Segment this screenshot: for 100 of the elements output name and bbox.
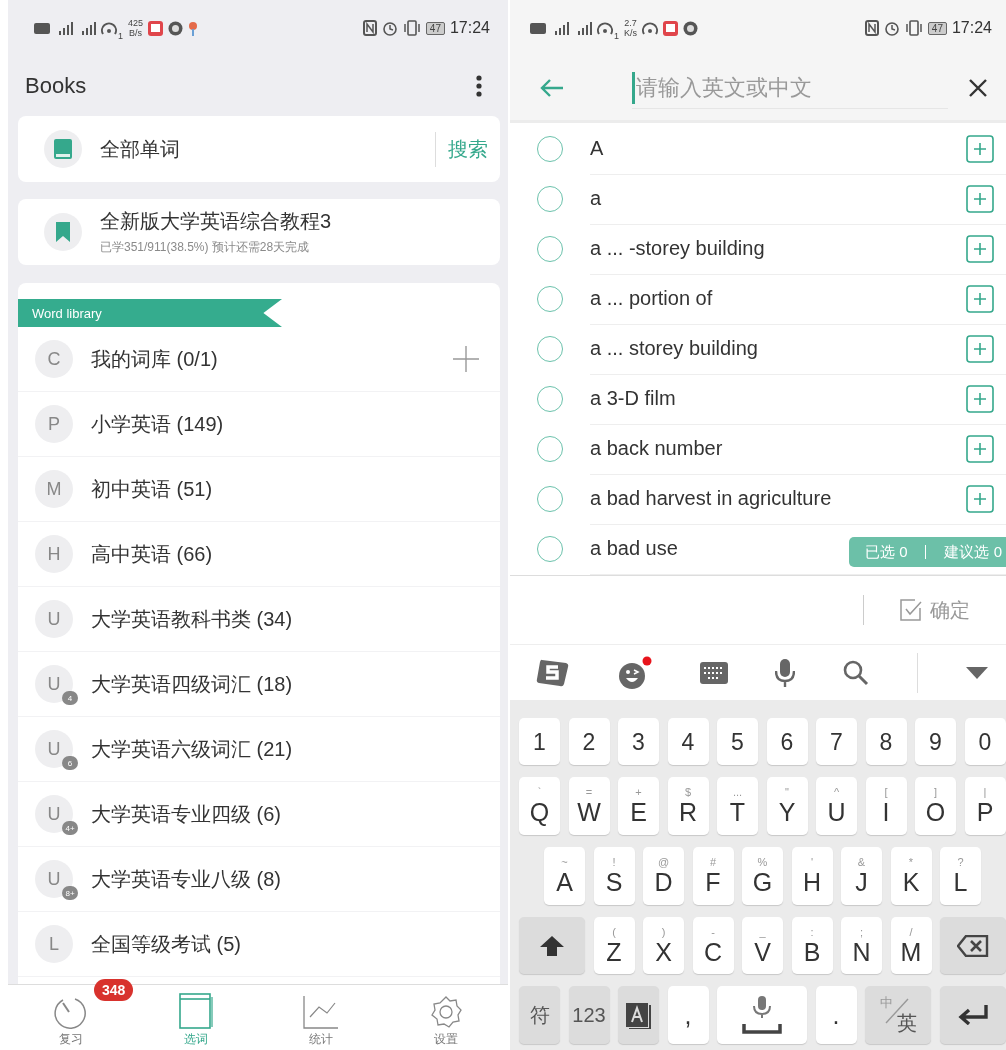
close-icon[interactable] (968, 78, 988, 98)
word-row[interactable]: a ... portion of (510, 274, 1006, 324)
ime-logo-icon[interactable] (536, 657, 570, 688)
shift-key[interactable] (519, 917, 585, 974)
keyboard-key[interactable]: ] O (915, 777, 956, 835)
all-words-label: 全部单词 (100, 136, 181, 162)
keyboard-key[interactable]: * K (890, 847, 932, 905)
keyboard-key[interactable]: " Y (766, 777, 808, 835)
keyboard-key[interactable]: 4 (667, 718, 709, 765)
library-item[interactable]: P 小学英语 (149) (18, 392, 500, 457)
keyboard-key[interactable]: @ D (643, 847, 684, 905)
library-item[interactable]: U 4+ 大学英语专业四级 (6) (18, 782, 500, 847)
word-row[interactable]: A (510, 124, 1006, 174)
space-key[interactable] (717, 986, 807, 1044)
keyboard-key[interactable]: 8 (865, 718, 907, 765)
voice-space-icon (742, 996, 782, 1034)
add-word-icon[interactable] (966, 334, 994, 363)
keyboard-key[interactable]: $ R (667, 777, 709, 835)
hotspot-icon (101, 21, 117, 35)
network-speed-unit: K/s (624, 28, 638, 38)
search-icon[interactable] (843, 659, 870, 686)
library-item[interactable]: L 全国等级考试 (5) (18, 912, 500, 977)
keyboard-key[interactable]: 6 (766, 718, 808, 765)
keyboard-key[interactable]: + E (618, 777, 659, 835)
back-arrow-icon[interactable] (540, 78, 564, 98)
keyboard-key[interactable]: ^ U (816, 777, 857, 835)
keyboard-key[interactable]: 7 (816, 718, 857, 765)
word-row[interactable]: a (510, 174, 1006, 224)
word-row[interactable]: a ... -storey building (510, 224, 1006, 274)
keyboard-key[interactable]: ... T (717, 777, 758, 835)
keyboard-key[interactable]: ? L (940, 847, 981, 905)
keyboard-key[interactable]: , (667, 986, 709, 1044)
keyboard-key[interactable]: | P (964, 777, 1006, 835)
keyboard-key[interactable]: 9 (915, 718, 956, 765)
nav-tab[interactable]: 统计 (298, 985, 343, 1050)
keyboard-key[interactable]: % G (742, 847, 783, 905)
all-words-card[interactable]: 全部单词 搜索 (18, 116, 500, 182)
add-word-icon[interactable] (966, 384, 994, 413)
backspace-key[interactable] (940, 917, 1006, 974)
keyboard-key[interactable]: 3 (618, 718, 659, 765)
hotspot-icon (642, 21, 659, 35)
keyboard-key[interactable]: 1 (519, 718, 560, 765)
keyboard-key[interactable]: . (815, 986, 857, 1044)
keyboard-key[interactable]: & J (841, 847, 882, 905)
more-menu-icon[interactable] (476, 75, 482, 97)
keyboard-key[interactable]: / M (890, 917, 932, 974)
keyboard-key[interactable]: 5 (717, 718, 758, 765)
add-word-icon[interactable] (966, 284, 994, 313)
language-switch-key[interactable]: 中 英 (865, 986, 931, 1044)
layout-key[interactable] (618, 986, 659, 1044)
word-row[interactable]: a back number (510, 424, 1006, 474)
keyboard-key[interactable]: # F (692, 847, 734, 905)
add-word-icon[interactable] (966, 184, 994, 213)
keyboard-key[interactable]: ' H (791, 847, 833, 905)
keyboard-key[interactable]: ; N (841, 917, 882, 974)
add-word-icon[interactable] (966, 434, 994, 463)
add-word-icon[interactable] (966, 134, 994, 163)
microphone-icon[interactable] (775, 658, 796, 687)
level-badge: 4 (62, 691, 78, 705)
keyboard-key[interactable]: _ V (742, 917, 783, 974)
keyboard-key[interactable]: [ I (865, 777, 907, 835)
library-item[interactable]: C 我的词库 (0/1) (18, 327, 500, 392)
shift-arrow-icon (540, 935, 564, 956)
collapse-keyboard-icon[interactable] (965, 666, 988, 679)
emoji-icon[interactable] (617, 655, 652, 690)
keyboard-key[interactable]: = W (568, 777, 610, 835)
enter-key[interactable] (939, 986, 1006, 1044)
library-item[interactable]: U 8+ 大学英语专业八级 (8) (18, 847, 500, 912)
nav-tab[interactable]: 设置 (423, 985, 468, 1050)
library-item[interactable]: U 6 大学英语六级词汇 (21) (18, 717, 500, 782)
keyboard-key[interactable]: 2 (568, 718, 610, 765)
nav-tab[interactable]: 复习 (48, 985, 93, 1050)
library-item[interactable]: M 初中英语 (51) (18, 457, 500, 522)
keyboard-key[interactable]: - C (692, 917, 734, 974)
library-item[interactable]: U 大学英语教科书类 (34) (18, 587, 500, 652)
app-notification-icon (663, 20, 679, 36)
keyboard-key[interactable]: ( Z (593, 917, 635, 974)
add-word-icon[interactable] (966, 234, 994, 263)
keyboard-key[interactable]: ~ A (544, 847, 585, 905)
word-row[interactable]: a ... storey building (510, 324, 1006, 374)
level-badge: 6 (62, 756, 78, 770)
keyboard-key[interactable]: 0 (964, 718, 1006, 765)
keyboard-icon[interactable] (699, 661, 728, 684)
keyboard-key[interactable]: 符 (519, 986, 560, 1044)
keyboard-key[interactable]: 123 (568, 986, 610, 1044)
word-row[interactable]: a 3-D film (510, 374, 1006, 424)
add-word-icon[interactable] (966, 484, 994, 513)
keyboard-key[interactable]: ! S (593, 847, 635, 905)
keyboard-key[interactable]: ) X (643, 917, 684, 974)
keyboard-key[interactable]: : B (791, 917, 833, 974)
word-row[interactable]: a bad harvest in agriculture (510, 474, 1006, 524)
current-book-card[interactable]: 全新版大学英语综合教程3 已学351/911(38.5%) 预计还需28天完成 (18, 199, 500, 265)
library-item[interactable]: U 4 大学英语四级词汇 (18) (18, 652, 500, 717)
add-icon[interactable] (452, 345, 480, 373)
library-item[interactable]: H 高中英语 (66) (18, 522, 500, 587)
word-text: a bad harvest in agriculture (590, 487, 832, 510)
app-notification-icon (148, 20, 164, 36)
keyboard-key[interactable]: ` Q (519, 777, 560, 835)
hotspot-count: 1 (118, 31, 123, 41)
library-label: 大学英语专业四级 (6) (91, 801, 282, 827)
